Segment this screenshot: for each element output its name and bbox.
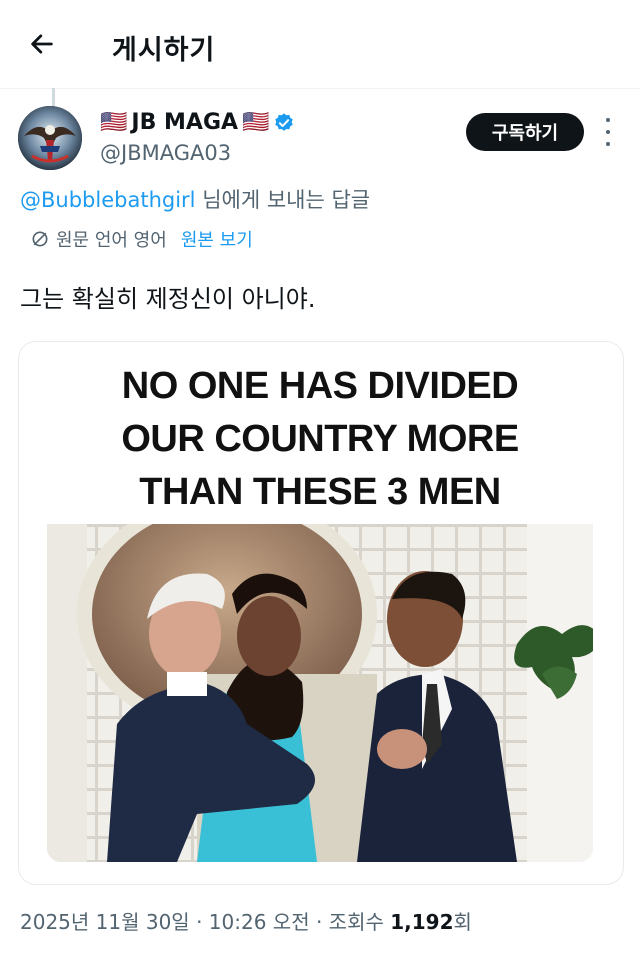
meme-caption: NO ONE HAS DIVIDED OUR COUNTRY MORE THAN… <box>47 360 593 519</box>
more-dot-icon <box>606 130 610 134</box>
post-time[interactable]: 10:26 오전 <box>209 910 310 934</box>
subscribe-button[interactable]: 구독하기 <box>466 113 584 151</box>
meta-separator: · <box>309 910 329 934</box>
author-info: 🇺🇸 JB MAGA 🇺🇸 @JBMAGA03 <box>100 110 295 165</box>
eagle-flag-avatar-image <box>18 106 82 170</box>
reply-to-line: @Bubblebathgirl 님에게 보내는 답글 <box>20 184 370 214</box>
tweet-metadata: 2025년 11월 30일 · 10:26 오전 · 조회수 1,192회 <box>20 906 472 935</box>
author-avatar[interactable] <box>18 106 82 170</box>
post-date[interactable]: 2025년 11월 30일 <box>20 910 190 934</box>
arrow-left-icon <box>31 34 53 54</box>
author-display-name: JB MAGA <box>131 110 239 135</box>
author-handle[interactable]: @JBMAGA03 <box>100 141 295 165</box>
show-original-link[interactable]: 원본 보기 <box>181 226 253 252</box>
meme-caption-line: OUR COUNTRY MORE <box>121 418 519 460</box>
author-name-row[interactable]: 🇺🇸 JB MAGA 🇺🇸 <box>100 110 295 135</box>
translation-source-text: 원문 언어 영어 <box>56 230 167 251</box>
reply-mention-link[interactable]: @Bubblebathgirl <box>20 188 196 212</box>
meme-image[interactable]: NO ONE HAS DIVIDED OUR COUNTRY MORE THAN… <box>47 356 593 862</box>
translation-info: 원문 언어 영어 원본 보기 <box>30 226 253 252</box>
tweet-media-card[interactable]: NO ONE HAS DIVIDED OUR COUNTRY MORE THAN… <box>18 341 624 885</box>
back-button[interactable] <box>22 24 62 64</box>
more-options-button[interactable] <box>598 118 618 146</box>
us-flag-icon: 🇺🇸 <box>242 110 270 135</box>
more-dot-icon <box>606 118 610 122</box>
thread-connector-line <box>52 88 55 106</box>
top-bar: 게시하기 <box>0 0 640 89</box>
views-suffix: 회 <box>453 910 472 934</box>
us-flag-icon: 🇺🇸 <box>100 110 128 135</box>
views-count: 1,192 <box>390 910 454 934</box>
meme-caption-line: THAN THESE 3 MEN <box>139 471 501 513</box>
page-title: 게시하기 <box>112 35 216 66</box>
tweet-text: 그는 확실히 제정신이 아니야. <box>20 285 316 313</box>
meme-caption-line: NO ONE HAS DIVIDED <box>121 365 519 407</box>
reply-to-suffix: 님에게 보내는 답글 <box>195 188 371 212</box>
more-dot-icon <box>606 142 610 146</box>
translate-icon <box>32 231 48 247</box>
meme-photo <box>47 524 593 862</box>
verified-badge-icon <box>275 112 294 131</box>
meta-separator: · <box>189 910 209 934</box>
views-label: 조회수 <box>328 910 391 934</box>
